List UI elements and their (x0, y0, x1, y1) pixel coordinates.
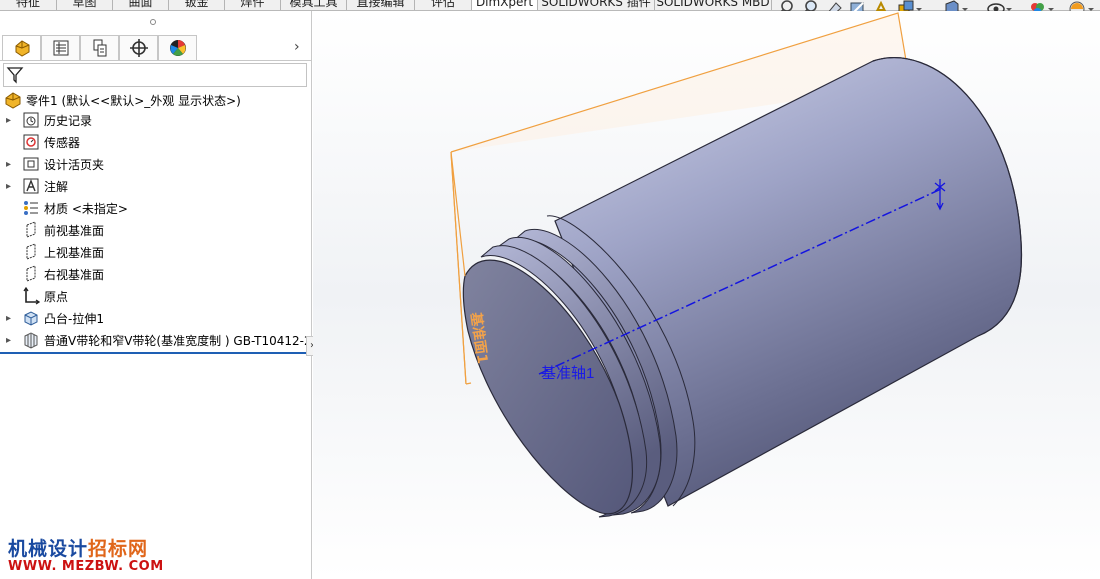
tree-item-library-feature[interactable]: ▸ 普通V带轮和窄V带轮(基准宽度制 ) GB-T10412-2 (6, 330, 312, 350)
tree-item-front-plane[interactable]: 前视基准面 (6, 220, 104, 240)
tab-solidworks-addins[interactable]: SOLIDWORKS 插件 (538, 0, 655, 10)
configuration-manager-icon (93, 39, 106, 57)
expand-arrow-icon[interactable]: ▸ (6, 181, 18, 192)
tree-item-label: 传感器 (44, 135, 81, 150)
watermark-url: WWW. MEZBW. COM (8, 559, 164, 574)
library-feature-icon (22, 331, 40, 349)
origin-icon (22, 287, 40, 305)
graphics-area[interactable]: 基准轴1 基准面1 (313, 11, 1100, 579)
design-binder-icon (22, 155, 40, 173)
tree-item-material[interactable]: 材质 <未指定> (6, 198, 128, 218)
history-icon (22, 111, 40, 129)
plane-icon (22, 243, 40, 261)
pane-grip-icon[interactable] (150, 19, 156, 25)
material-icon (22, 199, 40, 217)
tree-item-top-plane[interactable]: 上视基准面 (6, 242, 104, 262)
tree-item-label: 材质 <未指定> (44, 201, 128, 216)
sensor-icon (22, 133, 40, 151)
rollback-bar[interactable] (0, 352, 306, 354)
tab-display-manager[interactable] (158, 35, 197, 60)
expand-arrow-icon[interactable]: ▸ (6, 159, 18, 170)
model-view[interactable]: 基准轴1 基准面1 (313, 11, 1100, 579)
annotations-icon (22, 177, 40, 195)
tree-filter-box[interactable] (3, 63, 307, 87)
datum-axis-label[interactable]: 基准轴1 (541, 365, 594, 382)
part-icon (4, 91, 22, 109)
tree-root-part[interactable]: 零件1 (默认<<默认>_外观 显示状态>) (4, 90, 241, 110)
filter-icon (6, 67, 24, 84)
tab-sketch[interactable]: 草图 (57, 0, 113, 10)
plane-icon (22, 265, 40, 283)
tab-solidworks-mbd[interactable]: SOLIDWORKS MBD (655, 0, 772, 10)
tree-item-history[interactable]: ▸ 历史记录 (6, 110, 92, 130)
tree-item-label: 右视基准面 (44, 267, 105, 282)
tree-root-label: 零件1 (默认<<默认>_外观 显示状态>) (26, 93, 241, 108)
tree-item-annotations[interactable]: ▸ 注解 (6, 176, 68, 196)
tab-configuration-manager[interactable] (80, 35, 119, 60)
expand-arrow-icon[interactable]: ▸ (6, 313, 18, 324)
tab-direct-editing[interactable]: 直接编辑 (347, 0, 415, 10)
tree-item-label: 普通V带轮和窄V带轮(基准宽度制 ) GB-T10412-2 (44, 333, 312, 348)
expand-arrow-icon[interactable]: ▸ (6, 115, 18, 126)
tree-item-right-plane[interactable]: 右视基准面 (6, 264, 104, 284)
tab-mold-tools[interactable]: 模具工具 (281, 0, 347, 10)
tab-dimxpert[interactable]: DimXpert (472, 0, 538, 10)
feature-manager-icon (15, 40, 29, 57)
tab-evaluate[interactable]: 评估 (415, 0, 472, 10)
expand-arrow-icon[interactable]: ▸ (6, 335, 18, 346)
tree-item-label: 前视基准面 (44, 223, 105, 238)
tree-item-label: 原点 (44, 289, 69, 304)
tree-item-label: 上视基准面 (44, 245, 105, 260)
watermark-text-part2: 招标网 (88, 538, 149, 560)
tab-sheet-metal[interactable]: 钣金 (169, 0, 225, 10)
tree-item-label: 注解 (44, 179, 69, 194)
boss-extrude-icon (22, 309, 40, 327)
tree-item-label: 设计活页夹 (44, 157, 105, 172)
tree-item-sensors[interactable]: 传感器 (6, 132, 80, 152)
pane-tabs: › (0, 35, 312, 61)
watermark-text-part1: 机械设计 (8, 538, 89, 560)
tab-feature-manager[interactable] (2, 35, 41, 60)
property-manager-icon (53, 40, 68, 56)
tree-item-design-binder[interactable]: ▸ 设计活页夹 (6, 154, 104, 174)
tab-dimxpert-manager[interactable] (119, 35, 158, 60)
feature-manager-pane: › 零件1 (默认<<默认>_外观 显示状态>) ▸ 历史记录 传感器 ▸ 设计… (0, 11, 320, 579)
tab-surfaces[interactable]: 曲面 (113, 0, 169, 10)
tab-features[interactable]: 特征 (0, 0, 57, 10)
tab-property-manager[interactable] (41, 35, 80, 60)
display-manager-icon (169, 40, 186, 56)
tree-item-boss-extrude[interactable]: ▸ 凸台-拉伸1 (6, 308, 104, 328)
pane-expand-arrow[interactable]: › (294, 39, 300, 55)
tree-item-origin[interactable]: 原点 (6, 286, 68, 306)
site-watermark: 机械设计招标网 WWW. MEZBW. COM (8, 538, 164, 574)
tree-item-label: 凸台-拉伸1 (44, 311, 104, 326)
tab-weldments[interactable]: 焊件 (225, 0, 281, 10)
dimxpert-manager-icon (129, 39, 148, 57)
plane-icon (22, 221, 40, 239)
tree-item-label: 历史记录 (44, 113, 93, 128)
